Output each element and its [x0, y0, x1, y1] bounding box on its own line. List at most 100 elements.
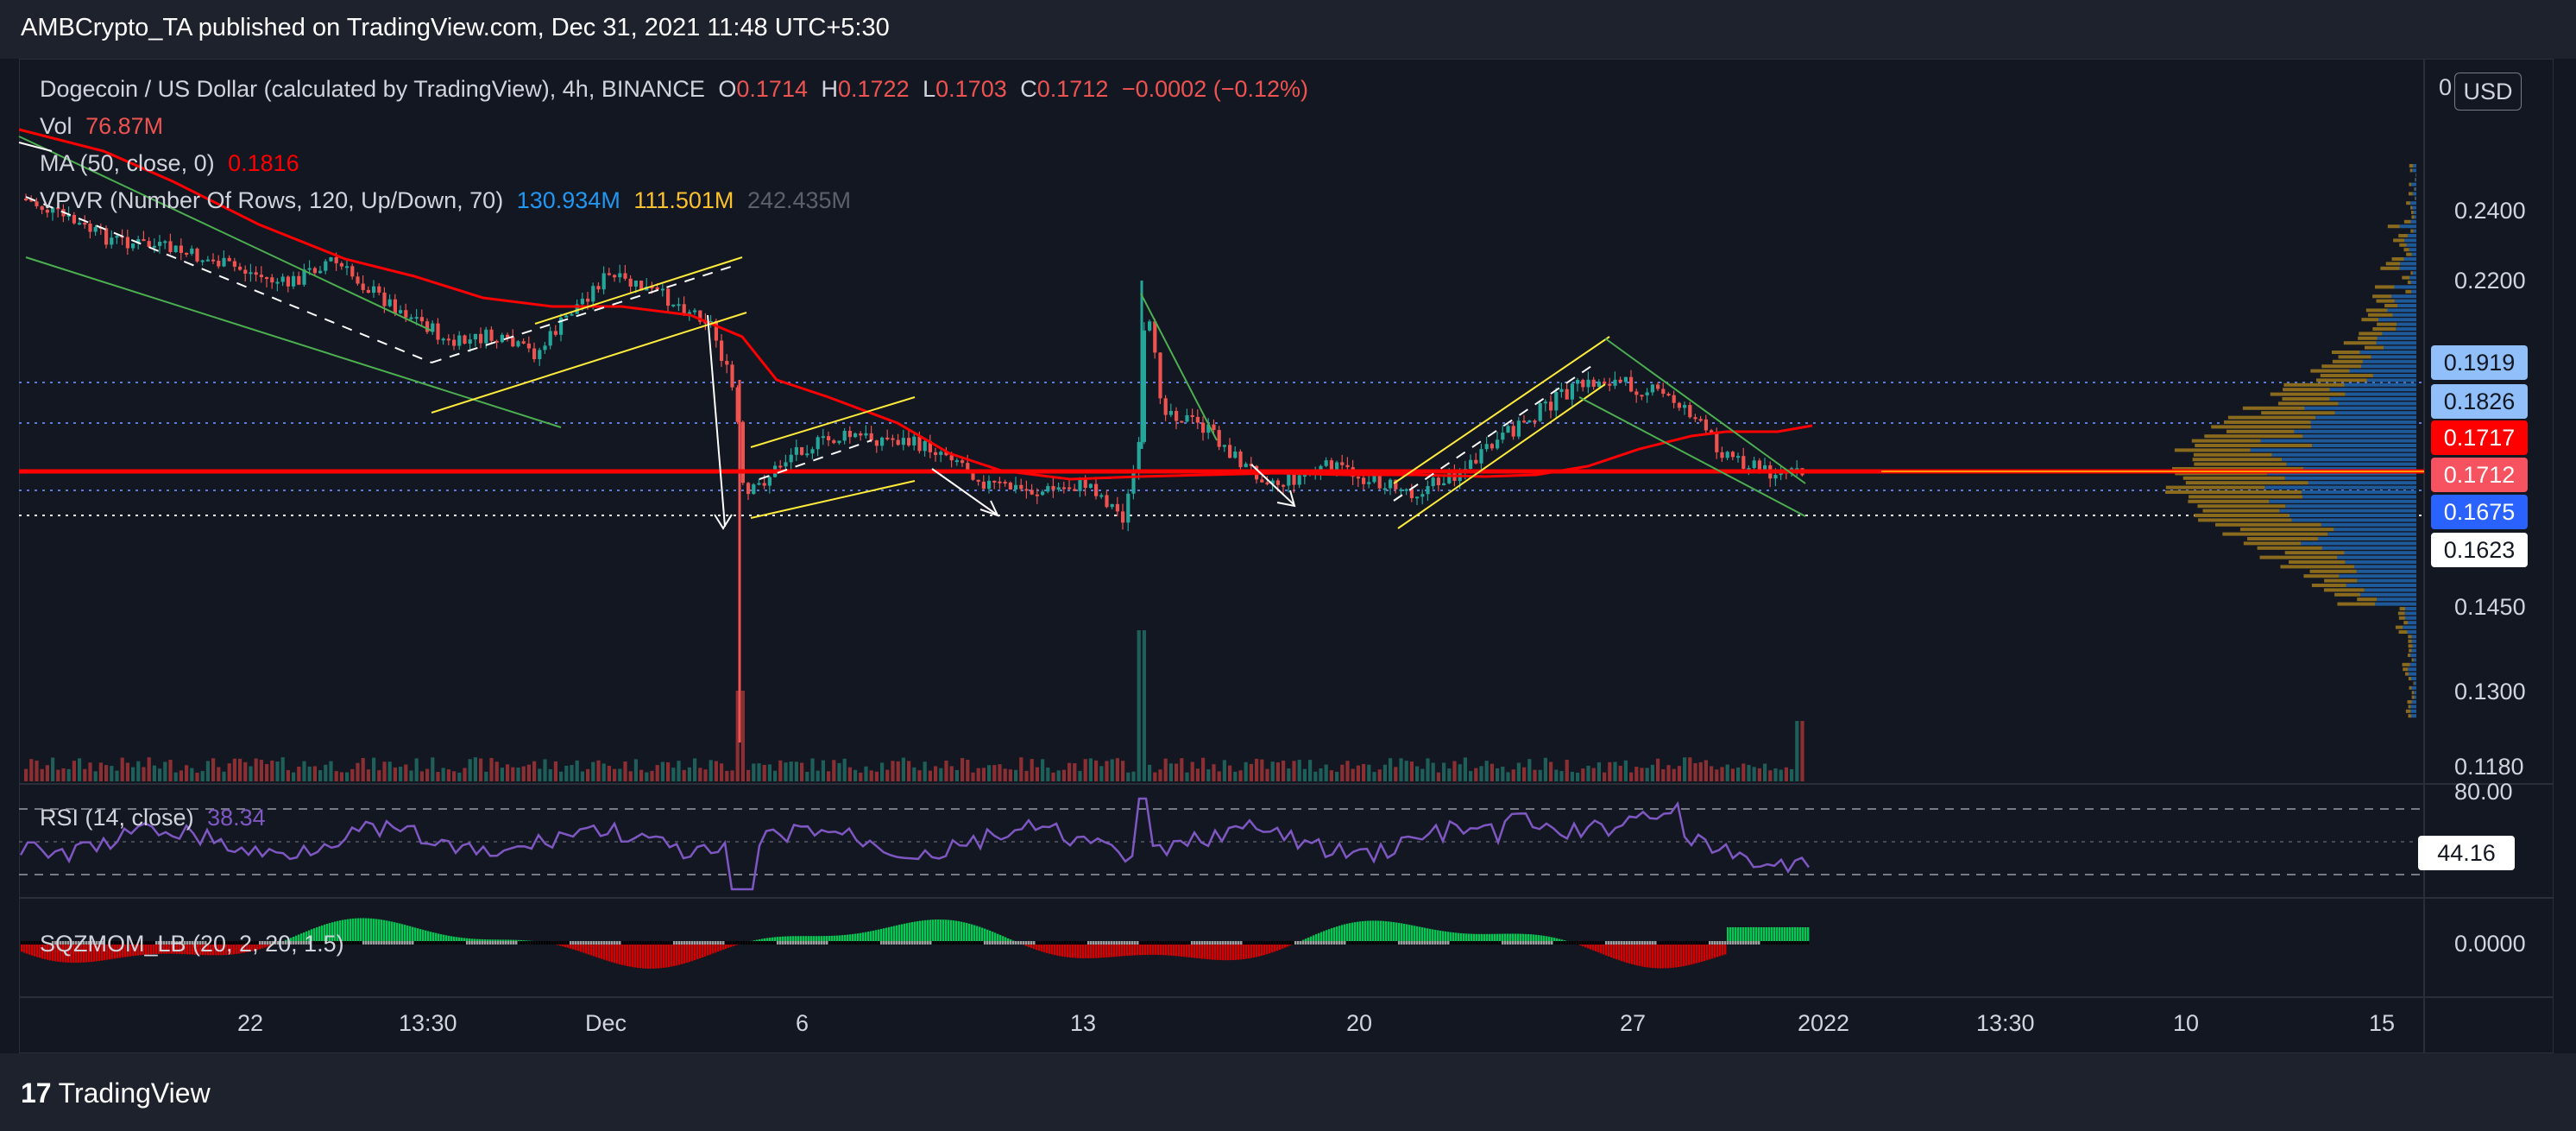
- sqz-bar: [1069, 943, 1072, 958]
- sqz-bar: [1214, 943, 1217, 960]
- sqz-bar: [1144, 943, 1147, 955]
- sqz-dot: [443, 941, 445, 945]
- sqz-dot: [378, 941, 381, 945]
- volume-bar: [1282, 761, 1286, 781]
- vpvr-up-bar: [2415, 187, 2416, 191]
- vpvr-label[interactable]: VPVR (Number Of Rows, 120, Up/Down, 70): [40, 187, 503, 213]
- candle-body: [869, 433, 873, 441]
- sqz-label[interactable]: SQZMOM_LB (20, 2, 20, 1.5): [40, 931, 344, 957]
- sqz-dot: [1274, 941, 1276, 945]
- sqz-dot: [668, 941, 671, 945]
- legend-symbol-row[interactable]: Dogecoin / US Dollar (calculated by Trad…: [40, 76, 1315, 103]
- sqz-dot: [694, 941, 696, 945]
- legend-ma-row[interactable]: MA (50, close, 0) 0.1816: [40, 150, 306, 177]
- price-badge: 0.1712: [2431, 458, 2528, 492]
- sqz-dot: [872, 941, 875, 945]
- vpvr-up-bar: [2357, 578, 2416, 583]
- sqz-bar: [417, 928, 419, 943]
- sqz-bar: [357, 918, 360, 943]
- sqz-dot: [1590, 941, 1592, 945]
- sqz-bar: [1338, 926, 1341, 943]
- sqz-dot: [1732, 941, 1735, 945]
- volume-bar: [1634, 767, 1639, 781]
- sqz-dot: [1605, 941, 1608, 945]
- sqz-dot: [854, 941, 857, 945]
- sqz-dot: [937, 941, 940, 945]
- sqz-dot: [476, 941, 479, 945]
- rsi-line: [19, 797, 1811, 891]
- candle-body: [1442, 483, 1446, 485]
- sqz-dot: [629, 941, 632, 945]
- candle-body: [1533, 420, 1537, 423]
- vpvr-down-bar: [2374, 285, 2395, 289]
- sqz-bar: [352, 918, 355, 943]
- sqz-dot: [1300, 941, 1302, 945]
- vpvr-down-bar: [2358, 336, 2378, 340]
- sqz-dot: [1735, 941, 1737, 945]
- sqz-dot: [1626, 941, 1628, 945]
- sqz-bar: [1652, 943, 1654, 969]
- sqz-bar: [31, 943, 34, 956]
- legend-vpvr-row[interactable]: VPVR (Number Of Rows, 120, Up/Down, 70) …: [40, 187, 858, 214]
- vpvr-up-bar: [2291, 518, 2416, 522]
- legend-volume-row[interactable]: Vol 76.87M: [40, 113, 170, 140]
- candle-body: [1088, 483, 1093, 488]
- candle-body: [682, 304, 686, 314]
- sqz-dot: [1204, 941, 1206, 945]
- sqz-bar: [1212, 943, 1214, 960]
- candle-body: [660, 288, 664, 291]
- sqz-dot: [1553, 941, 1556, 945]
- sqz-bar: [588, 943, 590, 955]
- candle-body: [446, 338, 450, 341]
- candle-body: [655, 287, 659, 290]
- tradingview-logo[interactable]: 17 TradingView: [21, 1077, 211, 1109]
- sqz-dot: [1162, 941, 1165, 945]
- volume-bar: [1217, 771, 1221, 781]
- candle-body: [399, 310, 403, 313]
- candle-body: [468, 339, 472, 344]
- volume-bar: [896, 761, 900, 781]
- candle-body: [372, 286, 376, 294]
- vpvr-up-bar: [2415, 178, 2416, 182]
- candle-body: [125, 237, 129, 249]
- sqz-dot: [1753, 941, 1755, 945]
- sqz-dot: [1017, 941, 1020, 945]
- sqz-dot: [1002, 941, 1005, 945]
- volume-bar: [441, 768, 445, 781]
- vol-label[interactable]: Vol: [40, 113, 72, 139]
- volume-bar: [147, 757, 151, 781]
- sqz-bar: [1238, 943, 1240, 960]
- currency-button[interactable]: USD: [2454, 73, 2522, 111]
- sqz-bar: [595, 943, 598, 957]
- sqz-dot: [1364, 941, 1367, 945]
- sqz-bar: [1204, 943, 1206, 959]
- ma-label[interactable]: MA (50, close, 0): [40, 150, 215, 176]
- candle-body: [1030, 490, 1034, 495]
- sqz-bar: [681, 943, 683, 964]
- sqz-dot: [388, 941, 391, 945]
- vpvr-down-bar: [2289, 560, 2346, 564]
- legend-rsi-row[interactable]: RSI (14, close) 38.34: [40, 805, 273, 831]
- volume-bar: [419, 771, 424, 781]
- sqz-dot: [992, 941, 994, 945]
- symbol-title[interactable]: Dogecoin / US Dollar (calculated by Trad…: [40, 76, 705, 102]
- sqz-dot: [611, 941, 614, 945]
- sqz-dot: [484, 941, 487, 945]
- volume-bar: [671, 768, 676, 781]
- sqz-dot: [1714, 941, 1716, 945]
- volume-bar: [660, 761, 664, 781]
- volume-bar: [1329, 770, 1333, 781]
- candle-body: [1757, 460, 1761, 470]
- sqz-bar: [1111, 943, 1113, 957]
- legend-sqz-row[interactable]: SQZMOM_LB (20, 2, 20, 1.5): [40, 931, 351, 957]
- volume-bar: [1527, 759, 1532, 781]
- sqz-dot: [1188, 941, 1191, 945]
- sqz-bar: [1116, 943, 1118, 957]
- close-value: 0.1712: [1036, 76, 1109, 102]
- sqz-dot: [1698, 941, 1701, 945]
- sqz-dot: [891, 941, 893, 945]
- rsi-label[interactable]: RSI (14, close): [40, 805, 194, 831]
- candle-body: [789, 454, 793, 463]
- volume-bar: [88, 762, 92, 781]
- vpvr-up-bar: [2301, 541, 2416, 546]
